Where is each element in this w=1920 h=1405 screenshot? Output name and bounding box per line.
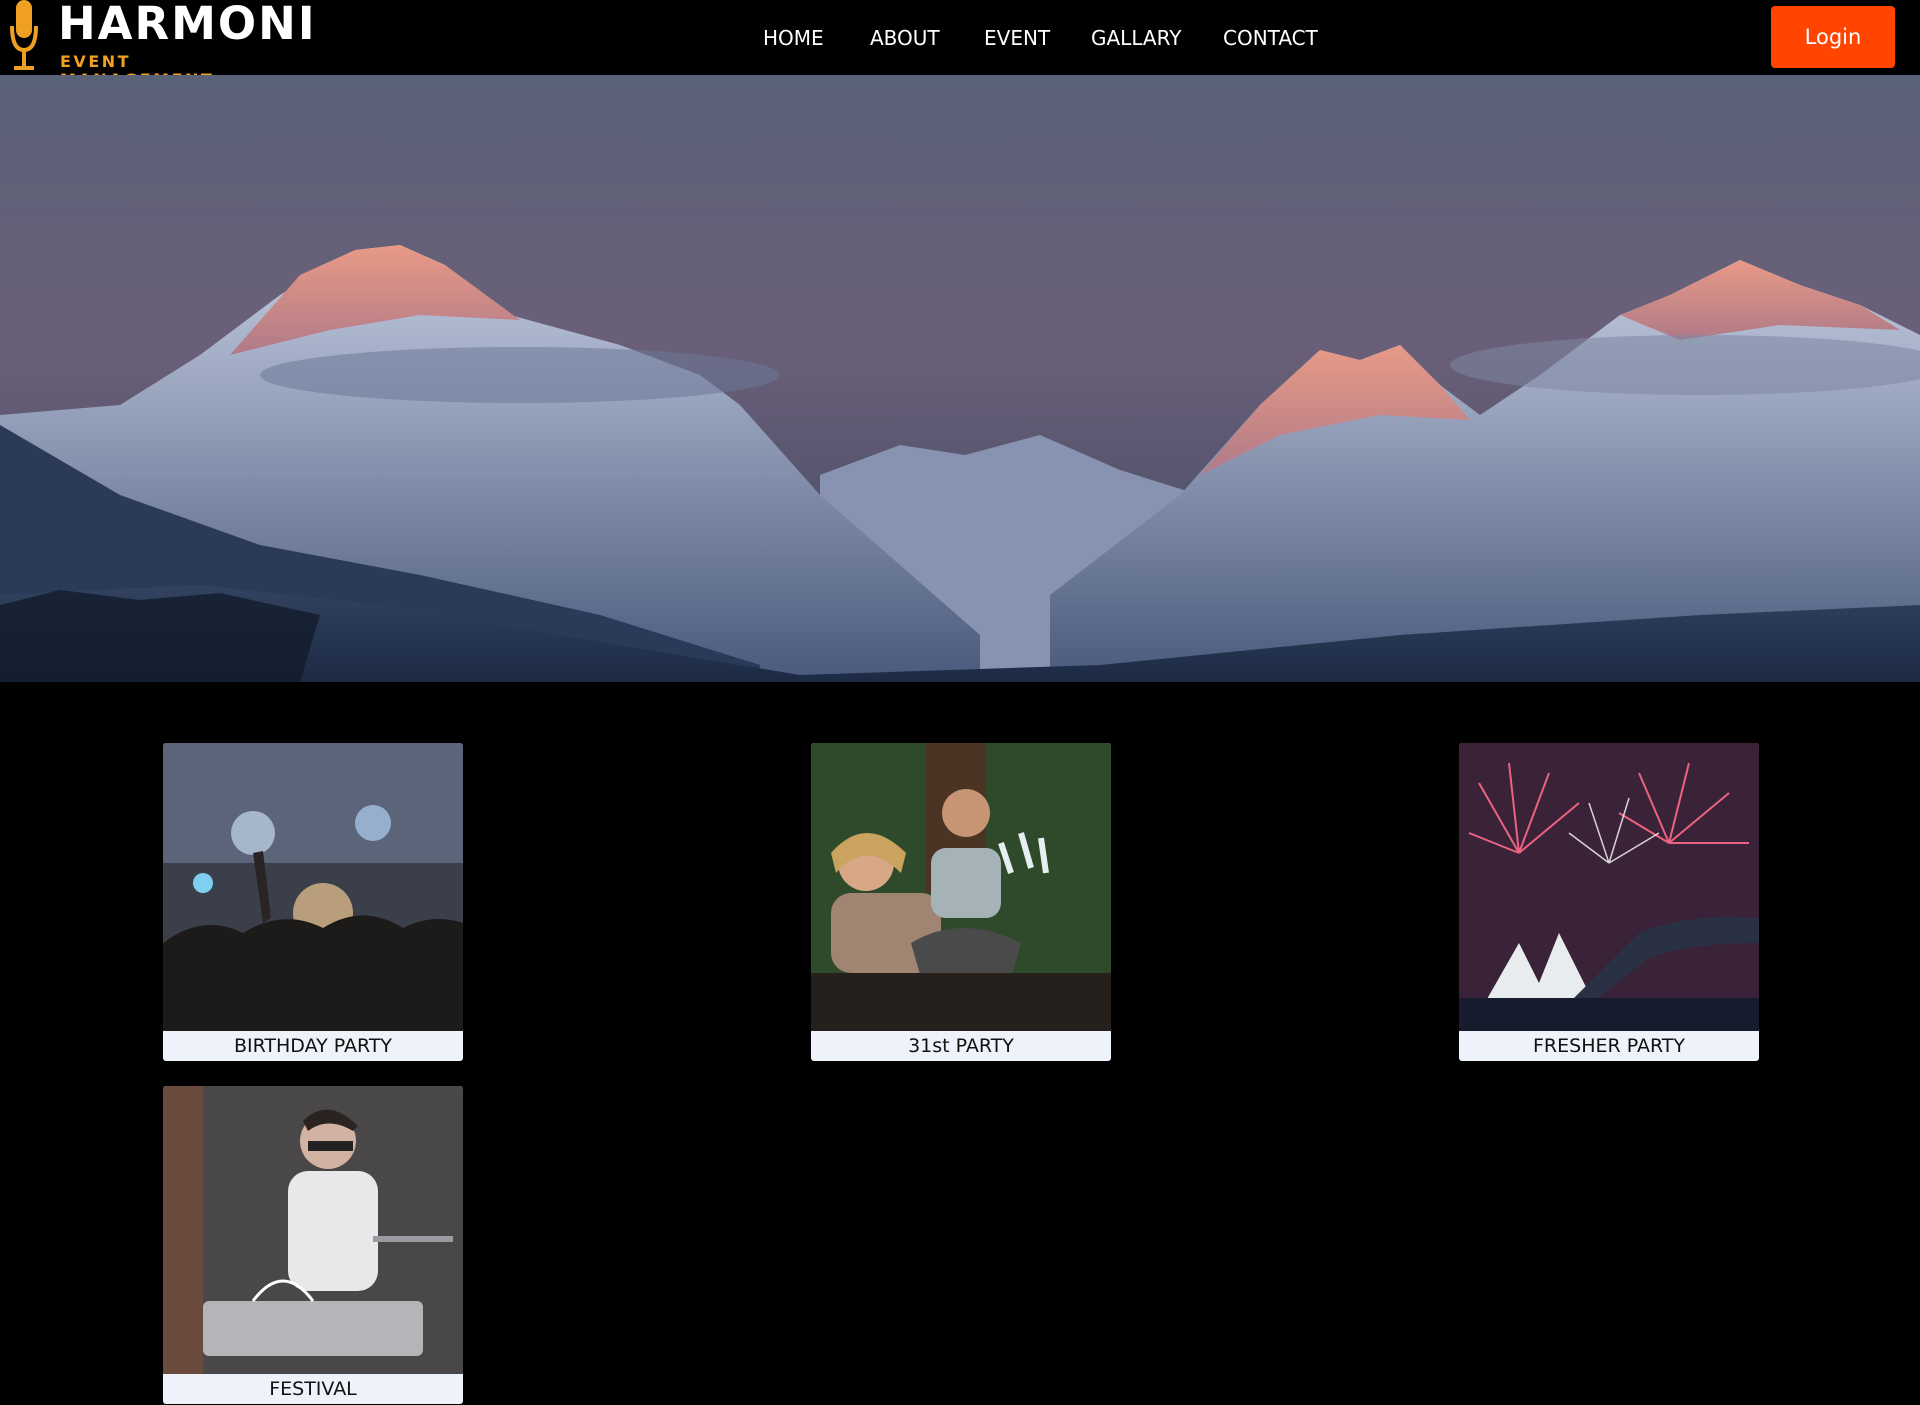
event-card-title: FESTIVAL <box>269 1378 357 1400</box>
fireworks-opera-house-image <box>1459 743 1759 1031</box>
nav-home[interactable]: HOME <box>763 24 824 52</box>
brand-logo[interactable]: HARMONI EVENT MANAGEMENT <box>10 0 315 89</box>
login-button[interactable]: Login <box>1771 6 1895 68</box>
friends-toasting-image <box>811 743 1111 1031</box>
nav-contact[interactable]: CONTACT <box>1223 24 1318 52</box>
nav-about[interactable]: ABOUT <box>870 24 940 52</box>
brand-name: HARMONI <box>58 0 317 50</box>
event-card-title: FRESHER PARTY <box>1533 1035 1685 1057</box>
drummer-image <box>163 1086 463 1374</box>
hero-banner <box>0 75 1920 682</box>
event-card[interactable]: BIRTHDAY PARTY <box>163 743 463 1061</box>
event-card-title: BIRTHDAY PARTY <box>233 1035 393 1057</box>
nav-event[interactable]: EVENT <box>984 24 1050 52</box>
event-card[interactable]: FESTIVAL <box>163 1086 463 1404</box>
concert-crowd-image <box>163 743 463 1031</box>
mountain-landscape-image <box>0 75 1920 682</box>
nav-gallary[interactable]: GALLARY <box>1091 24 1181 52</box>
navbar: HARMONI EVENT MANAGEMENT HOME ABOUT EVEN… <box>0 0 1920 89</box>
event-card-title: 31st PARTY <box>908 1035 1014 1057</box>
event-card[interactable]: FRESHER PARTY <box>1459 743 1759 1061</box>
event-card[interactable]: 31st PARTY <box>811 743 1111 1061</box>
microphone-icon <box>10 0 38 70</box>
